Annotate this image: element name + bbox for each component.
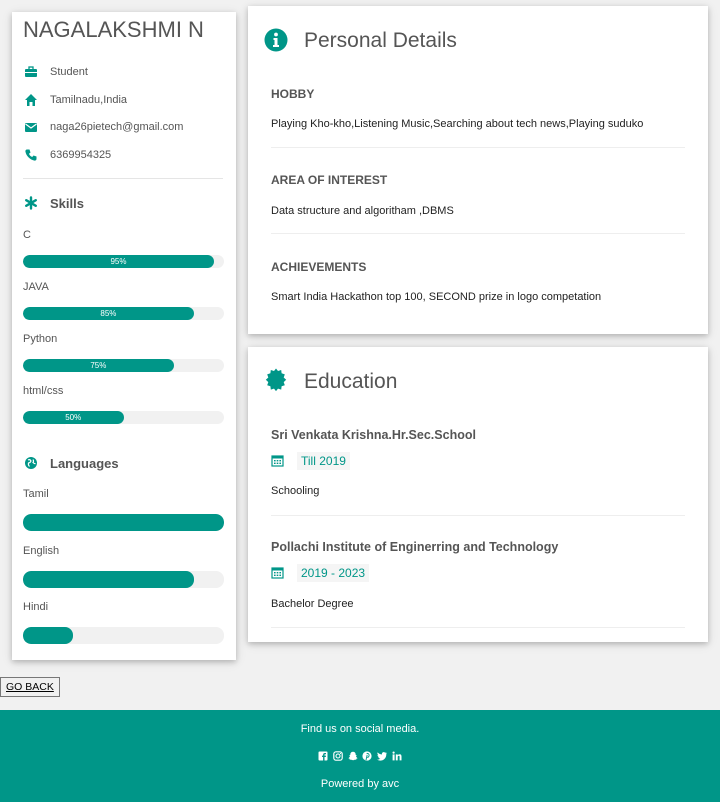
languages-heading: Languages [24, 456, 119, 473]
skills-title: Skills [50, 196, 84, 211]
profile-card: NAGALAKSHMI N Student Tamilnadu,India na… [12, 12, 236, 660]
language-bar-fill [23, 627, 74, 644]
language-label: English [23, 545, 60, 557]
profile-name: NAGALAKSHMI N [23, 17, 204, 42]
go-back-button[interactable]: GO BACK [0, 677, 60, 697]
divider [23, 178, 223, 179]
asterisk-icon [24, 196, 40, 213]
degree-text: Schooling [271, 485, 320, 497]
language-bar-fill [23, 571, 194, 588]
school-name: Sri Venkata Krishna.Hr.Sec.School [271, 428, 476, 442]
skill-bar-c: 95% [23, 255, 224, 268]
skill-bar-fill: 75% [23, 359, 174, 372]
divider [271, 147, 685, 148]
divider [271, 233, 685, 234]
twitter-icon[interactable] [377, 751, 387, 761]
school-name: Pollachi Institute of Enginerring and Te… [271, 540, 559, 554]
language-label: Hindi [23, 601, 49, 613]
info-occupation-text: Student [50, 65, 88, 78]
divider [271, 515, 685, 516]
divider [271, 627, 685, 628]
info-email-text: naga26pietech@gmail.com [50, 120, 184, 133]
personal-details-card: Personal Details HOBBY Playing Kho-kho,L… [248, 6, 708, 334]
skills-heading: Skills [24, 196, 84, 213]
info-location: Tamilnadu,India [24, 93, 127, 107]
language-bar-fill [23, 514, 224, 531]
facebook-icon[interactable] [318, 751, 328, 762]
education-card: Education Sri Venkata Krishna.Hr.Sec.Sch… [248, 347, 708, 642]
home-icon [24, 93, 40, 107]
education-period-text: 2019 - 2023 [297, 564, 370, 583]
skill-bar-fill: 50% [23, 411, 124, 424]
languages-title: Languages [50, 456, 119, 471]
skill-label: Python [23, 333, 58, 345]
hobby-text: Playing Kho-kho,Listening Music,Searchin… [271, 118, 644, 130]
briefcase-icon [24, 65, 40, 79]
degree-text: Bachelor Degree [271, 598, 354, 610]
language-bar-english [23, 571, 224, 588]
social-icons [0, 751, 720, 762]
language-label: Tamil [23, 488, 49, 500]
skill-bar-java: 85% [23, 307, 224, 320]
instagram-icon[interactable] [333, 751, 343, 762]
footer: Find us on social media. Powered by avc [0, 710, 720, 802]
info-email: naga26pietech@gmail.com [24, 120, 183, 134]
info-phone-text: 6369954325 [50, 148, 112, 161]
skill-bar-python: 75% [23, 359, 224, 372]
calendar-icon [271, 454, 285, 470]
skill-bar-fill: 85% [23, 307, 194, 320]
find-us-text: Find us on social media. [300, 723, 420, 735]
hobby-heading: HOBBY [271, 87, 315, 101]
skill-bar-htmlcss: 50% [23, 411, 224, 424]
language-bar-tamil [23, 514, 224, 531]
personal-details-title: Personal Details [304, 29, 457, 52]
skill-label: JAVA [23, 281, 49, 293]
info-location-text: Tamilnadu,India [50, 93, 128, 106]
skill-bar-fill: 95% [23, 255, 214, 268]
interest-heading: AREA OF INTEREST [271, 173, 388, 187]
info-occupation: Student [24, 65, 88, 79]
envelope-icon [24, 120, 40, 134]
phone-icon [24, 148, 40, 162]
education-period-text: Till 2019 [297, 452, 350, 471]
achievements-heading: ACHIEVEMENTS [271, 260, 367, 274]
certificate-icon [264, 368, 288, 392]
pinterest-icon[interactable] [362, 751, 372, 761]
education-period: Till 2019 [271, 452, 350, 471]
interest-text: Data structure and algoritham ,DBMS [271, 205, 454, 217]
info-circle-icon [264, 28, 288, 52]
calendar-icon [271, 566, 285, 582]
skill-label: html/css [23, 385, 64, 397]
globe-icon [24, 456, 40, 473]
skill-label: C [23, 229, 31, 241]
achievements-text: Smart India Hackathon top 100, SECOND pr… [271, 291, 602, 303]
education-title: Education [304, 370, 398, 393]
linkedin-icon[interactable] [392, 751, 402, 761]
powered-by-text: Powered by avc [320, 778, 400, 790]
info-phone: 6369954325 [24, 148, 111, 162]
snapchat-icon[interactable] [348, 751, 358, 761]
language-bar-hindi [23, 627, 224, 644]
education-period: 2019 - 2023 [271, 564, 370, 583]
